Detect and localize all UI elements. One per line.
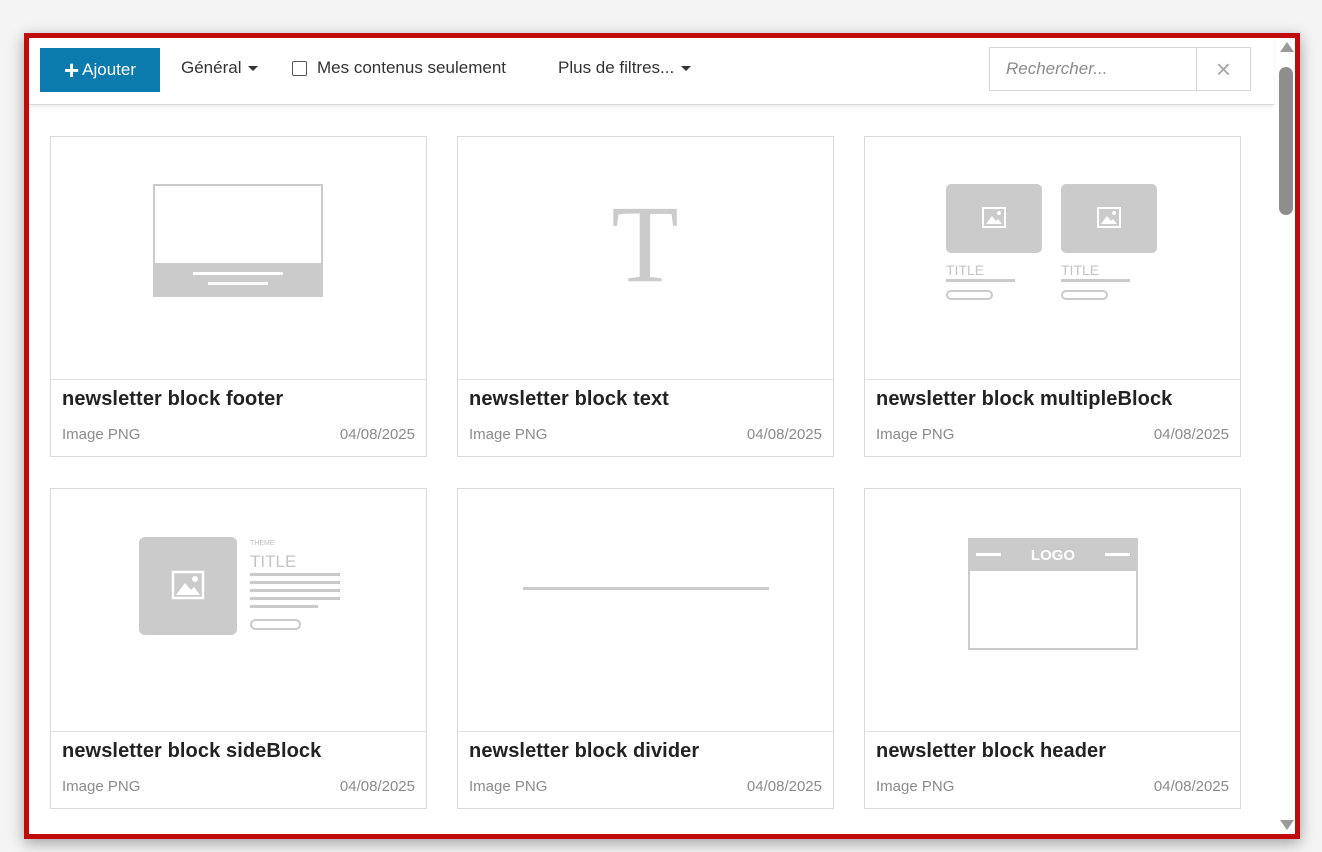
card-date: 04/08/2025 xyxy=(339,426,415,443)
divider-block-thumbnail-icon xyxy=(523,587,769,590)
scrollbar-thumb[interactable] xyxy=(1279,67,1293,215)
card-file-type: Image PNG xyxy=(469,426,548,443)
card-title: newsletter block divider xyxy=(469,740,700,762)
content-card[interactable]: LOGO newsletter block header Image PNG 0… xyxy=(864,488,1241,809)
footer-block-thumbnail-icon xyxy=(153,184,323,297)
card-title: newsletter block header xyxy=(876,740,1107,762)
my-content-checkbox[interactable] xyxy=(292,60,307,76)
card-preview-image: T xyxy=(458,137,833,380)
svg-text:T: T xyxy=(611,183,678,305)
general-dropdown-label: Général xyxy=(181,58,242,77)
card-file-type: Image PNG xyxy=(62,778,141,795)
card-date: 04/08/2025 xyxy=(339,778,415,795)
more-filters-label: Plus de filtres... xyxy=(558,58,675,77)
content-card[interactable]: newsletter block divider Image PNG 04/08… xyxy=(457,488,834,809)
card-preview-image: THEME TITLE xyxy=(51,489,426,732)
content-browser-panel: + Ajouter Général Mes contenus seulement… xyxy=(24,33,1300,839)
my-content-label: Mes contenus seulement xyxy=(317,58,506,77)
plus-icon: + xyxy=(63,55,80,85)
clear-search-button[interactable]: × xyxy=(1196,47,1251,91)
svg-text:THEME: THEME xyxy=(250,540,275,547)
card-title: newsletter block text xyxy=(469,388,669,410)
card-title: newsletter block footer xyxy=(62,388,284,410)
search-input[interactable] xyxy=(989,47,1197,91)
scroll-up-arrow-icon[interactable] xyxy=(1280,42,1294,52)
card-date: 04/08/2025 xyxy=(746,778,822,795)
card-file-type: Image PNG xyxy=(876,778,955,795)
general-dropdown[interactable]: Général xyxy=(181,58,259,78)
card-file-type: Image PNG xyxy=(876,426,955,443)
add-button[interactable]: + Ajouter xyxy=(40,48,160,92)
svg-text:LOGO: LOGO xyxy=(1031,547,1075,564)
chevron-down-icon xyxy=(248,65,259,71)
chevron-down-icon xyxy=(681,65,692,71)
my-content-filter[interactable]: Mes contenus seulement xyxy=(292,58,506,78)
card-title: newsletter block multipleBlock xyxy=(876,388,1173,410)
content-card[interactable]: T newsletter block text Image PNG 04/08/… xyxy=(457,136,834,457)
card-date: 04/08/2025 xyxy=(1153,778,1229,795)
card-file-type: Image PNG xyxy=(469,778,548,795)
svg-text:TITLE: TITLE xyxy=(1061,262,1099,278)
toolbar: + Ajouter Général Mes contenus seulement… xyxy=(29,38,1274,105)
header-block-thumbnail-icon: LOGO xyxy=(968,538,1138,650)
svg-text:TITLE: TITLE xyxy=(946,262,984,278)
card-date: 04/08/2025 xyxy=(746,426,822,443)
more-filters-dropdown[interactable]: Plus de filtres... xyxy=(558,58,692,78)
card-date: 04/08/2025 xyxy=(1153,426,1229,443)
content-card[interactable]: newsletter block footer Image PNG 04/08/… xyxy=(50,136,427,457)
close-icon: × xyxy=(1215,53,1232,84)
side-block-thumbnail-icon: THEME TITLE xyxy=(139,537,340,635)
scroll-down-arrow-icon[interactable] xyxy=(1280,820,1294,830)
card-preview-image: LOGO xyxy=(865,489,1240,732)
card-preview-image xyxy=(51,137,426,380)
card-file-type: Image PNG xyxy=(62,426,141,443)
card-preview-image xyxy=(458,489,833,732)
scrollbar[interactable] xyxy=(1279,38,1295,834)
card-preview-image: TITLE TITLE xyxy=(865,137,1240,380)
card-title: newsletter block sideBlock xyxy=(62,740,322,762)
add-button-label: Ajouter xyxy=(82,60,137,79)
multiple-block-thumbnail-icon: TITLE TITLE xyxy=(946,184,1157,300)
svg-text:TITLE: TITLE xyxy=(250,552,296,571)
content-card[interactable]: THEME TITLE newsletter block sideBlock I… xyxy=(50,488,427,809)
content-card[interactable]: TITLE TITLE newsletter block multipleBlo… xyxy=(864,136,1241,457)
text-block-thumbnail-icon: T xyxy=(611,183,678,305)
